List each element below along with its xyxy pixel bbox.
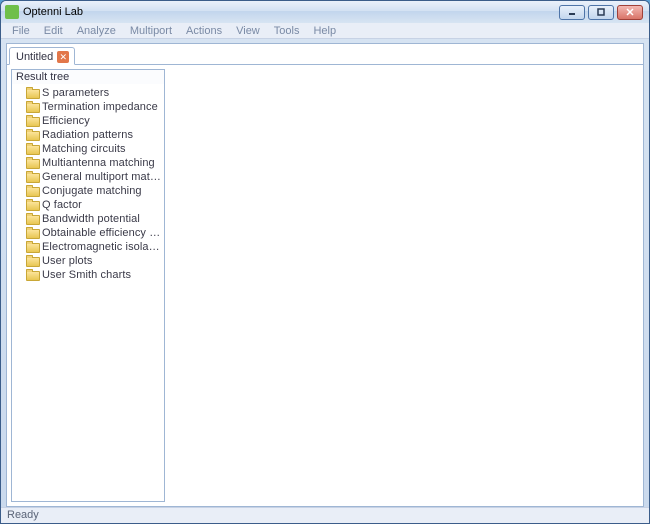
tree-item-user-smith-charts[interactable]: User Smith charts <box>12 268 164 282</box>
tree-label: Conjugate matching <box>42 185 142 197</box>
close-button[interactable] <box>617 5 643 20</box>
app-window: Optenni Lab File Edit Analyze Multiport … <box>0 0 650 524</box>
tree-label: Termination impedance <box>42 101 158 113</box>
tab-close-icon[interactable]: ✕ <box>57 51 69 63</box>
tree-label: S parameters <box>42 87 109 99</box>
minimize-button[interactable] <box>559 5 585 20</box>
menu-actions[interactable]: Actions <box>179 24 229 38</box>
minimize-icon <box>568 8 576 16</box>
folder-icon <box>26 144 38 154</box>
status-text: Ready <box>7 509 39 521</box>
tree-item-user-plots[interactable]: User plots <box>12 254 164 268</box>
folder-icon <box>26 158 38 168</box>
tree-item-multiantenna-matching[interactable]: Multiantenna matching <box>12 156 164 170</box>
tree-item-termination-impedance[interactable]: Termination impedance <box>12 100 164 114</box>
main-canvas <box>169 65 643 506</box>
menu-tools[interactable]: Tools <box>267 24 307 38</box>
menu-analyze[interactable]: Analyze <box>70 24 123 38</box>
tree-label: General multiport matching <box>42 171 162 183</box>
menu-view[interactable]: View <box>229 24 267 38</box>
tree-label: Q factor <box>42 199 82 211</box>
maximize-button[interactable] <box>588 5 614 20</box>
tree-label: Electromagnetic isolation <box>42 241 162 253</box>
tree-label: Radiation patterns <box>42 129 133 141</box>
menubar: File Edit Analyze Multiport Actions View… <box>1 23 649 39</box>
tree-item-bandwidth-potential[interactable]: Bandwidth potential <box>12 212 164 226</box>
folder-icon <box>26 242 38 252</box>
tree-item-efficiency[interactable]: Efficiency <box>12 114 164 128</box>
tree-item-matching-circuits[interactable]: Matching circuits <box>12 142 164 156</box>
window-title: Optenni Lab <box>23 6 83 18</box>
folder-icon <box>26 270 38 280</box>
tabstrip: Untitled ✕ <box>7 44 643 64</box>
tree-label: User Smith charts <box>42 269 131 281</box>
folder-icon <box>26 256 38 266</box>
menu-help[interactable]: Help <box>306 24 343 38</box>
menu-edit[interactable]: Edit <box>37 24 70 38</box>
window-controls <box>559 5 643 20</box>
menu-multiport[interactable]: Multiport <box>123 24 179 38</box>
tree-item-electromagnetic-isolation[interactable]: Electromagnetic isolation <box>12 240 164 254</box>
folder-icon <box>26 186 38 196</box>
tree-label: Bandwidth potential <box>42 213 140 225</box>
app-icon <box>5 5 19 19</box>
tree-header: Result tree <box>12 70 164 84</box>
tree-label: Efficiency <box>42 115 90 127</box>
folder-icon <box>26 228 38 238</box>
tree-item-conjugate-matching[interactable]: Conjugate matching <box>12 184 164 198</box>
folder-icon <box>26 102 38 112</box>
tree-label: Multiantenna matching <box>42 157 155 169</box>
tree-item-s-parameters[interactable]: S parameters <box>12 86 164 100</box>
statusbar: Ready <box>1 507 649 523</box>
tab-label: Untitled <box>16 51 53 63</box>
tree-label: Matching circuits <box>42 143 126 155</box>
client-area: Untitled ✕ Result tree S parameters Term… <box>6 43 644 507</box>
folder-icon <box>26 172 38 182</box>
folder-icon <box>26 130 38 140</box>
tree-item-obtainable-efficiency[interactable]: Obtainable efficiency bandwi*** <box>12 226 164 240</box>
folder-icon <box>26 88 38 98</box>
tab-untitled[interactable]: Untitled ✕ <box>9 47 75 65</box>
maximize-icon <box>597 8 605 16</box>
tree-list[interactable]: S parameters Termination impedance Effic… <box>12 84 164 501</box>
result-tree-panel: Result tree S parameters Termination imp… <box>11 69 165 502</box>
tree-label: User plots <box>42 255 93 267</box>
folder-icon <box>26 214 38 224</box>
menu-file[interactable]: File <box>5 24 37 38</box>
content-row: Result tree S parameters Termination imp… <box>7 64 643 506</box>
tree-item-radiation-patterns[interactable]: Radiation patterns <box>12 128 164 142</box>
folder-icon <box>26 200 38 210</box>
tree-label: Obtainable efficiency bandwi*** <box>42 227 162 239</box>
tree-item-q-factor[interactable]: Q factor <box>12 198 164 212</box>
folder-icon <box>26 116 38 126</box>
close-icon <box>626 8 634 16</box>
tree-item-general-multiport-matching[interactable]: General multiport matching <box>12 170 164 184</box>
titlebar[interactable]: Optenni Lab <box>1 1 649 23</box>
